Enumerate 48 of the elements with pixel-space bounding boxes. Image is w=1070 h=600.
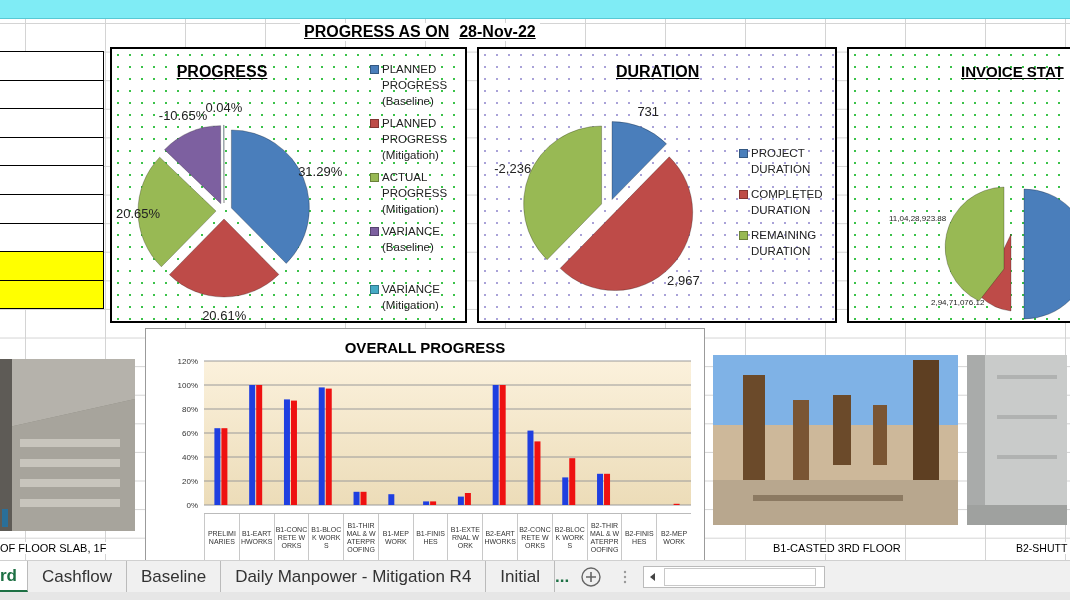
legend-label: PLANNED PROGRESS (Baseline) [382, 62, 449, 109]
chart-title: PROGRESS [175, 63, 269, 81]
chart-title: OVERALL PROGRESS [344, 339, 506, 356]
chart-title: DURATION [616, 63, 700, 81]
data-label: 2,967 [667, 272, 700, 288]
horizontal-scrollbar[interactable] [643, 565, 826, 588]
data-label: 731 [637, 103, 660, 119]
sheet-title: PROGRESS AS ON [304, 23, 450, 41]
legend-label: PLANNED PROGRESS (Mitigation) [382, 116, 449, 163]
legend-swatch [739, 190, 748, 199]
photo-caption: B2-SHUTT [1016, 542, 1068, 554]
data-label: 20.61% [202, 308, 247, 321]
legend-swatch [370, 285, 379, 294]
legend-label: VARIANCE (Baseline) [382, 224, 441, 255]
report-date: 28-Nov-22 [459, 23, 536, 41]
legend-swatch [370, 119, 379, 128]
add-sheet-icon[interactable] [581, 566, 602, 587]
legend-swatch [370, 227, 379, 236]
photo-caption: B1-CASTED 3RD FLOOR [773, 542, 901, 554]
scroll-thumb[interactable] [664, 567, 817, 586]
legend-swatch [739, 149, 748, 158]
legend-label: COMPLETED DURATION [751, 187, 824, 218]
data-label: 0.04% [205, 100, 243, 115]
more-tabs-button[interactable]: ... [555, 566, 578, 587]
legend-label: VARIANCE (Mitigation) [382, 282, 441, 313]
drag-handle-icon[interactable] [623, 569, 628, 584]
legend-swatch [370, 65, 379, 74]
data-label: 31.29% [298, 164, 343, 180]
axis-tick-label: 120% [177, 357, 198, 366]
data-label: 11,04,28,923.88 [889, 214, 947, 223]
legend-label: REMAINING DURATION [751, 228, 818, 259]
legend-label: ACTUAL PROGRESS (Mitigation) [382, 170, 449, 217]
chart-title: INVOICE STAT [961, 63, 1064, 80]
legend-swatch [739, 231, 748, 240]
bar [388, 494, 395, 505]
legend-label: PROJECT DURATION [751, 146, 812, 177]
axis-tick-label: 0% [186, 501, 198, 510]
data-label: 2,94,71,076.12 [931, 298, 985, 307]
axis-tick-label: 100% [177, 381, 198, 390]
legend-swatch [370, 173, 379, 182]
axis-tick-label: 60% [182, 429, 198, 438]
axis-tick-label: 80% [182, 405, 198, 414]
photo-caption: OF FLOOR SLAB, 1F [0, 542, 107, 554]
axis-tick-label: 40% [182, 453, 198, 462]
data-label: 20.65% [115, 205, 161, 221]
axis-tick-label: 20% [182, 477, 198, 486]
sheet-tab[interactable]: rd [0, 561, 28, 592]
data-label: -2,236 [494, 160, 532, 176]
